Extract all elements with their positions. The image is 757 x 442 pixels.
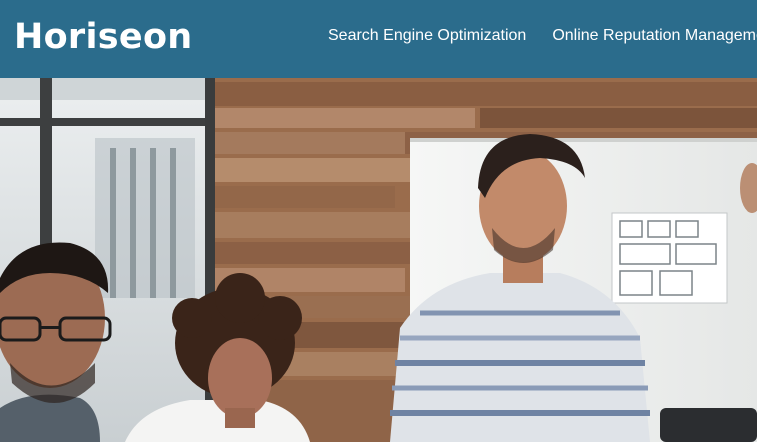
site-logo[interactable]: Horiseon <box>14 14 193 60</box>
man-with-glasses <box>0 242 112 442</box>
main-nav: Search Engine Optimization Online Reputa… <box>328 26 757 46</box>
office-chair <box>660 408 757 442</box>
hero-photo-illustration <box>0 78 757 442</box>
nav-link-online-reputation-management[interactable]: Online Reputation Management <box>552 26 757 46</box>
hero-image <box>0 78 757 442</box>
nav-link-search-engine-optimization[interactable]: Search Engine Optimization <box>328 26 526 46</box>
site-header: Horiseon Search Engine Optimization Onli… <box>0 0 757 78</box>
